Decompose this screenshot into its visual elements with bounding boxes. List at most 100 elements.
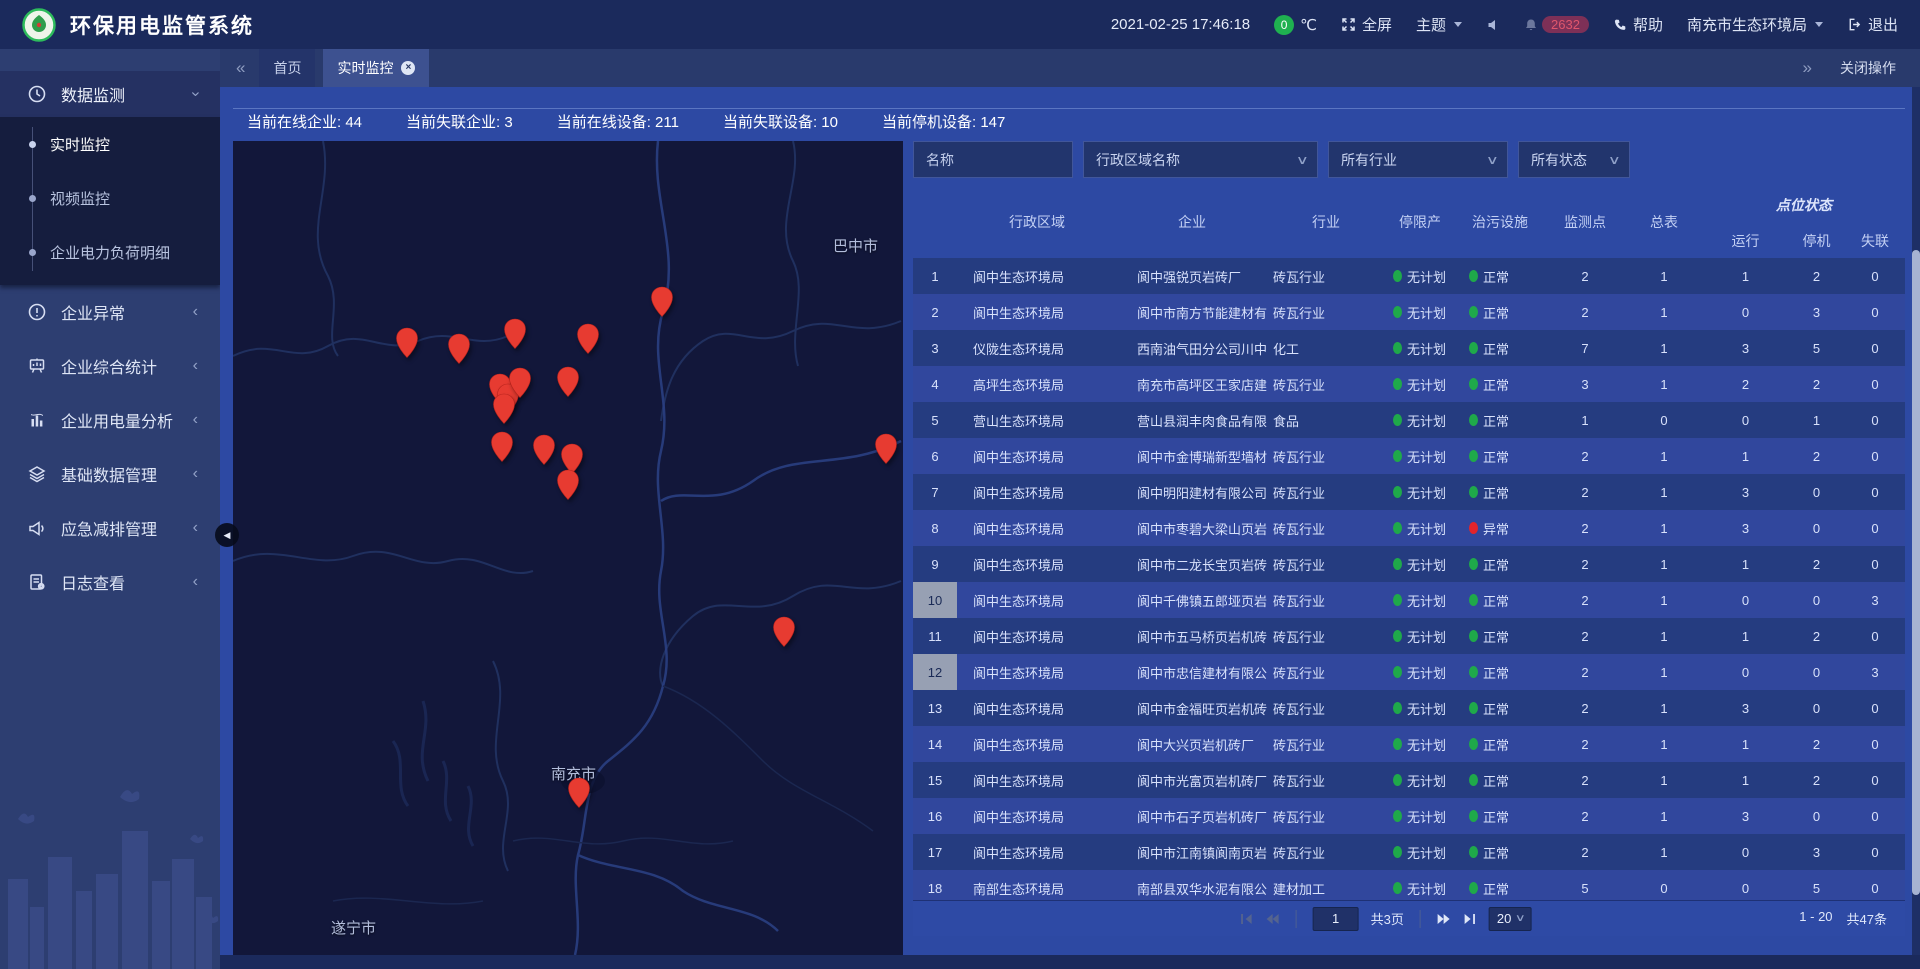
sidebar-group-company-abnormal[interactable]: 企业异常‹ [0,285,220,339]
cell-stop-status: 无计划 [1385,258,1455,294]
map-marker[interactable] [447,333,471,365]
prev-page-button[interactable] [1266,913,1280,925]
map-marker[interactable] [576,323,600,355]
sidebar-item-power-load-detail[interactable]: 企业电力负荷明细 [0,225,220,279]
cell-region: 阆中生态环境局 [957,654,1117,690]
fullscreen-button[interactable]: 全屏 [1341,14,1392,35]
help-button[interactable]: 帮助 [1613,14,1663,35]
chevron-down-icon: ∨ [1296,153,1309,167]
status-filter-select[interactable]: 所有状态 ∨ [1518,141,1630,178]
cell-facility-status: 正常 [1455,690,1545,726]
tab-home[interactable]: 首页 [259,49,315,87]
sidebar-item-video-monitor[interactable]: 视频监控 [0,171,220,225]
region-filter-select[interactable]: 行政区域名称 ∨ [1083,141,1318,178]
sidebar-group-power-analysis[interactable]: 企业用电量分析‹ [0,393,220,447]
map-marker[interactable] [508,367,532,399]
tab-realtime-monitor[interactable]: 实时监控 × [323,49,429,87]
table-row[interactable]: 14阆中生态环境局阆中大兴页岩机砖厂砖瓦行业无计划正常21120 [913,726,1905,762]
cell-row-number: 9 [913,546,957,582]
cell-stop-status: 无计划 [1385,618,1455,654]
cell-company: 阆中市南方节能建材有 [1117,294,1267,330]
speaker-icon[interactable] [1486,18,1500,32]
map-marker[interactable] [650,286,674,318]
org-dropdown[interactable]: 南充市生态环境局 [1687,14,1823,35]
table-row[interactable]: 11阆中生态环境局阆中市五马桥页岩机砖砖瓦行业无计划正常21120 [913,618,1905,654]
map-marker[interactable] [556,366,580,398]
map-marker[interactable] [532,434,556,466]
tabs-scroll-right-icon[interactable]: » [1797,58,1818,78]
page-size-select[interactable]: 20 ∨ [1489,907,1532,931]
table-row[interactable]: 3仪陇生态环境局西南油气田分公司川中化工无计划正常71350 [913,330,1905,366]
cell-facility-status: 正常 [1455,366,1545,402]
cell-meter: 1 [1625,582,1703,618]
gauge-icon [27,84,47,104]
map-collapse-toggle[interactable]: ◀ [215,523,239,547]
sidebar-group-data-monitor[interactable]: 数据监测‹ [0,71,220,117]
table-row[interactable]: 17阆中生态环境局阆中市江南镇阆南页岩砖瓦行业无计划正常21030 [913,834,1905,870]
map-marker[interactable] [503,318,527,350]
table-row[interactable]: 2阆中生态环境局阆中市南方节能建材有砖瓦行业无计划正常21030 [913,294,1905,330]
table-row[interactable]: 13阆中生态环境局阆中市金福旺页岩机砖砖瓦行业无计划正常21300 [913,690,1905,726]
cell-monitor: 2 [1545,690,1625,726]
board-icon [27,356,47,376]
scrollbar-thumb[interactable] [1912,250,1920,895]
sidebar-group-base-data[interactable]: 基础数据管理‹ [0,447,220,501]
sidebar-group-label: 应急减排管理 [61,516,157,540]
sidebar-group-company-statistics[interactable]: 企业综合统计‹ [0,339,220,393]
last-page-button[interactable] [1463,913,1477,925]
cell-meter: 1 [1625,726,1703,762]
map-marker[interactable] [567,777,591,809]
cell-facility-status: 正常 [1455,798,1545,834]
table-row[interactable]: 8阆中生态环境局阆中市枣碧大梁山页岩砖瓦行业无计划异常21300 [913,510,1905,546]
sidebar-group-emergency-reduction[interactable]: 应急减排管理‹ [0,501,220,555]
page-scrollbar[interactable] [1912,87,1920,955]
status-dot-green [1393,882,1402,894]
map-marker[interactable] [556,469,580,501]
map-marker[interactable] [772,616,796,648]
map-marker[interactable] [395,327,419,359]
table-row[interactable]: 1阆中生态环境局阆中强锐页岩砖厂砖瓦行业无计划正常21120 [913,258,1905,294]
tabs-scroll-left-icon[interactable]: « [230,58,251,78]
notification-indicator[interactable]: 2632 [1524,16,1589,33]
table-row[interactable]: 7阆中生态环境局阆中明阳建材有限公司砖瓦行业无计划正常21300 [913,474,1905,510]
map-marker[interactable] [874,433,898,465]
table-row[interactable]: 5营山生态环境局营山县润丰肉食品有限食品无计划正常10010 [913,402,1905,438]
cell-monitor: 1 [1545,402,1625,438]
cell-run: 3 [1703,330,1788,366]
theme-dropdown[interactable]: 主题 [1416,14,1462,35]
map-marker[interactable] [490,431,514,463]
status-dot-green [1393,594,1402,606]
cell-monitor: 2 [1545,618,1625,654]
cell-run: 1 [1703,438,1788,474]
close-tab-icon[interactable]: × [401,61,415,75]
table-row[interactable]: 9阆中生态环境局阆中市二龙长宝页岩砖砖瓦行业无计划正常21120 [913,546,1905,582]
logout-button[interactable]: 退出 [1847,14,1898,35]
next-page-button[interactable] [1437,913,1451,925]
sidebar-group-log-view[interactable]: 日志查看‹ [0,555,220,609]
table-row[interactable]: 10阆中生态环境局阆中千佛镇五郎垭页岩砖瓦行业无计划正常21003 [913,582,1905,618]
log-icon [27,572,47,592]
cell-row-number: 14 [913,726,957,762]
cell-company: 阆中市枣碧大梁山页岩 [1117,510,1267,546]
table-row[interactable]: 16阆中生态环境局阆中市石子页岩机砖厂砖瓦行业无计划正常21300 [913,798,1905,834]
table-row[interactable]: 12阆中生态环境局阆中市忠信建材有限公砖瓦行业无计划正常21003 [913,654,1905,690]
table-row[interactable]: 6阆中生态环境局阆中市金博瑞新型墙材砖瓦行业无计划正常21120 [913,438,1905,474]
status-dot-green [1469,558,1478,570]
close-operations-button[interactable]: 关闭操作 [1840,58,1896,78]
sidebar-item-realtime-monitor[interactable]: 实时监控 [0,117,220,171]
column-header-industry: 行业 [1267,186,1385,258]
status-dot-green [1469,270,1478,282]
cell-stop-status: 无计划 [1385,402,1455,438]
cell-run: 3 [1703,690,1788,726]
industry-filter-select[interactable]: 所有行业 ∨ [1328,141,1508,178]
cell-lost: 0 [1845,510,1905,546]
first-page-button[interactable] [1240,913,1254,925]
cell-monitor: 2 [1545,510,1625,546]
map-canvas[interactable]: 巴中市南充市遂宁市 [233,141,903,955]
right-panel: 行政区域名称 ∨ 所有行业 ∨ 所有状态 ∨ 行政区域 企业 行业 停限产 治污… [913,141,1905,955]
table-row[interactable]: 15阆中生态环境局阆中市光富页岩机砖厂砖瓦行业无计划正常21120 [913,762,1905,798]
table-row[interactable]: 4高坪生态环境局南充市高坪区王家店建砖瓦行业无计划正常31220 [913,366,1905,402]
name-filter-input[interactable] [913,141,1073,178]
page-number-input[interactable] [1313,907,1359,931]
status-dot-green [1469,738,1478,750]
